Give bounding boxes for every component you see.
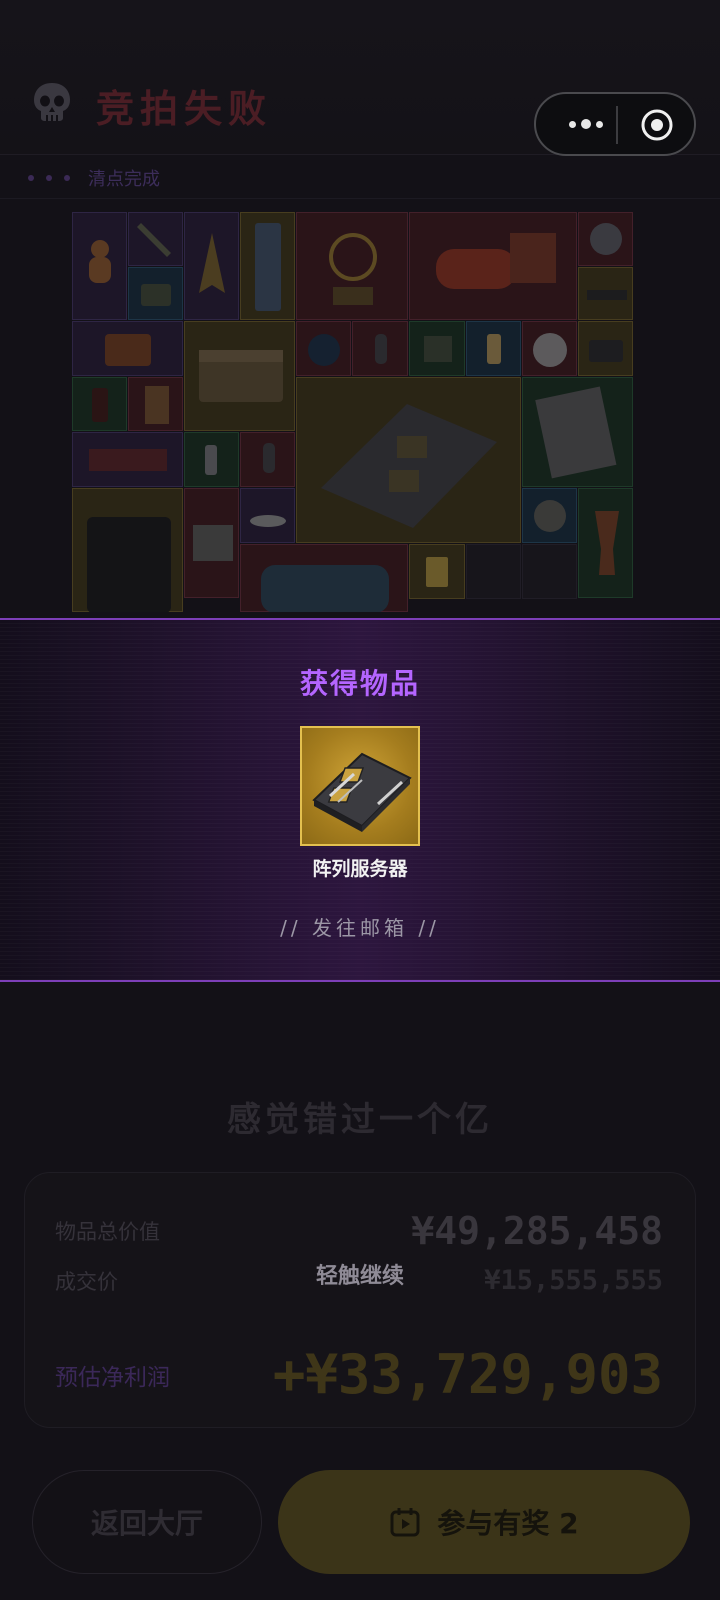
tap-to-continue-hint[interactable]: 轻触继续 [0, 1258, 720, 1290]
item-cell [240, 544, 408, 612]
item-cell [240, 212, 295, 320]
item-cell [522, 544, 577, 599]
item-cell [409, 321, 465, 376]
skull-icon [34, 83, 70, 121]
status-row: 清点完成 [24, 160, 160, 196]
verdict-text: 感觉错过一个亿 [227, 1100, 493, 1140]
item-cell [466, 321, 521, 376]
sent-to-mailbox-text: // 发往邮箱 // [280, 916, 440, 940]
inventory-grid [72, 212, 646, 612]
item-cell [240, 432, 295, 487]
status-text: 清点完成 [88, 169, 160, 190]
capsule-divider [616, 106, 618, 144]
modal-title: 获得物品 [299, 667, 420, 700]
header-bar: 竞拍失败 [0, 0, 720, 156]
item-cell [578, 321, 633, 376]
item-cell [522, 321, 577, 376]
progress-dot [64, 175, 70, 181]
item-cell [72, 321, 183, 376]
item-cell [72, 212, 127, 320]
item-cell [409, 544, 465, 599]
progress-dot [28, 175, 34, 181]
item-cell [184, 432, 239, 487]
item-cell [128, 377, 183, 431]
item-cell [522, 488, 577, 543]
page-title: 竞拍失败 [96, 87, 273, 131]
reward-item-card[interactable] [300, 726, 420, 846]
divider [0, 198, 720, 199]
more-dots-icon[interactable] [556, 104, 616, 144]
item-cell [578, 488, 633, 598]
calendar-play-icon [390, 1508, 420, 1537]
net-profit-label: 预估净利润 [55, 1364, 170, 1391]
progress-dot [46, 175, 52, 181]
item-cell [240, 488, 295, 543]
target-circle-icon[interactable] [640, 108, 674, 142]
total-value-row: 物品总价值 ¥49,285,458 [55, 1209, 663, 1253]
item-cell [466, 544, 521, 599]
item-obtained-modal[interactable]: 获得物品 阵列服务器 // 发往邮箱 // [0, 618, 720, 982]
item-cell [128, 267, 183, 320]
item-cell [409, 212, 577, 320]
profit-panel: 物品总价值 ¥49,285,458 成交价 ¥15,555,555 预估净利润 … [24, 1172, 696, 1428]
item-cell [184, 488, 239, 598]
total-value: ¥49,285,458 [411, 1209, 663, 1253]
item-cell [352, 321, 408, 376]
item-cell [184, 212, 239, 320]
net-profit-row: 预估净利润 +¥33,729,903 [55, 1343, 663, 1406]
item-cell [578, 267, 633, 320]
net-profit: +¥33,729,903 [272, 1343, 663, 1406]
item-cell [72, 488, 183, 612]
item-cell [184, 321, 295, 431]
item-cell [72, 377, 127, 431]
join-reward-label: 参与有奖 2 [437, 1507, 579, 1540]
back-to-lobby-button[interactable]: 返回大厅 [32, 1470, 262, 1574]
item-cell [296, 212, 408, 320]
total-value-label: 物品总价值 [55, 1220, 160, 1244]
item-cell [578, 212, 633, 266]
item-cell [296, 377, 521, 543]
server-board-icon [312, 752, 412, 832]
item-cell [296, 321, 351, 376]
item-cell [72, 432, 183, 487]
item-cell [522, 377, 633, 487]
reward-item-name: 阵列服务器 [312, 858, 408, 880]
mini-program-capsule [534, 92, 696, 156]
item-cell [128, 212, 183, 266]
join-reward-button[interactable]: 参与有奖 2 [278, 1470, 690, 1574]
